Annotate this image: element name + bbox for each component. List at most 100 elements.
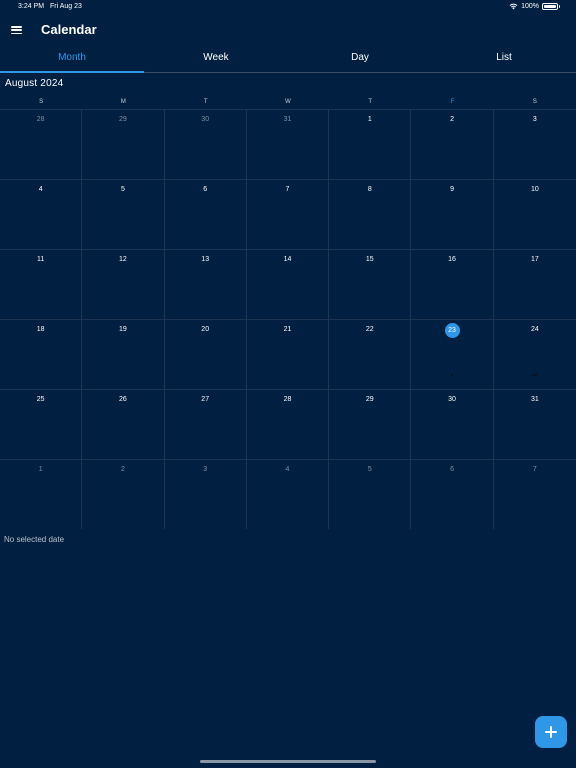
day-cell[interactable]: 22 <box>329 319 412 389</box>
day-cell[interactable]: 31 <box>493 389 576 459</box>
status-indicators: 100% <box>509 2 560 10</box>
plus-icon <box>545 726 557 738</box>
day-number: 13 <box>201 256 210 263</box>
event-dot <box>532 374 535 376</box>
day-number: 30 <box>201 116 210 123</box>
day-cell[interactable]: 21 <box>246 319 330 389</box>
day-cell[interactable]: 7 <box>493 459 576 529</box>
day-cell-today[interactable]: 23 <box>411 319 494 389</box>
status-bar: 3:24 PM Fri Aug 23 100% <box>0 0 576 14</box>
tab-month[interactable]: Month <box>0 46 144 73</box>
day-cell[interactable]: 2 <box>82 459 165 529</box>
day-cell[interactable]: 17 <box>493 249 576 319</box>
battery-fill <box>544 4 556 8</box>
day-cell[interactable]: 6 <box>164 179 247 249</box>
day-number: 28 <box>36 116 45 123</box>
day-cell[interactable]: 12 <box>82 249 165 319</box>
day-cell[interactable]: 4 <box>0 179 83 249</box>
hamburger-menu-icon[interactable] <box>11 26 22 34</box>
day-cell[interactable]: 3 <box>164 459 247 529</box>
day-cell[interactable]: 28 <box>246 389 330 459</box>
day-cell[interactable]: 1 <box>0 459 83 529</box>
day-cell[interactable]: 18 <box>0 319 83 389</box>
day-number: 27 <box>201 396 210 403</box>
day-number: 16 <box>448 256 456 263</box>
status-date: Fri Aug 23 <box>50 3 82 10</box>
day-number: 18 <box>36 326 45 333</box>
day-cell[interactable]: 19 <box>82 319 165 389</box>
day-number: 31 <box>283 116 292 123</box>
day-number: 11 <box>37 256 45 263</box>
day-number: 5 <box>367 466 372 473</box>
day-cell[interactable]: 5 <box>329 459 412 529</box>
day-cell[interactable]: 10 <box>493 179 576 249</box>
day-cell[interactable]: 16 <box>411 249 494 319</box>
day-cell[interactable]: 31 <box>246 109 330 179</box>
day-cell[interactable]: 2 <box>411 109 494 179</box>
day-number: 6 <box>450 466 455 473</box>
day-number: 23 <box>444 323 460 338</box>
day-cell[interactable]: 29 <box>82 109 165 179</box>
weekday-header: SMTWTFS <box>0 96 576 109</box>
day-number: 5 <box>120 186 125 193</box>
day-cell[interactable]: 15 <box>329 249 412 319</box>
day-cell[interactable]: 4 <box>246 459 330 529</box>
calendar-screen: 3:24 PM Fri Aug 23 100% Calendar Month We… <box>0 0 576 768</box>
page-title: Calendar <box>41 22 97 37</box>
day-number: 2 <box>120 466 125 473</box>
day-cell[interactable]: 30 <box>164 109 247 179</box>
month-grid: 28 29 30 31 1 2 3 4 5 6 7 8 9 10 11 12 13 14 15 16 17 18 19 20 2… <box>0 109 576 529</box>
day-cell[interactable]: 30 <box>411 389 494 459</box>
tab-list[interactable]: List <box>432 46 576 72</box>
day-cell[interactable]: 28 <box>0 109 83 179</box>
day-number: 1 <box>367 116 372 123</box>
selected-date-info: No selected date <box>4 535 65 544</box>
month-title: August 2024 <box>5 78 64 89</box>
day-number: 31 <box>530 396 539 403</box>
day-cell[interactable]: 24 <box>493 319 576 389</box>
day-cell[interactable]: 3 <box>493 109 576 179</box>
day-cell[interactable]: 9 <box>411 179 494 249</box>
day-cell[interactable]: 1 <box>329 109 412 179</box>
day-number: 3 <box>532 116 537 123</box>
day-number: 19 <box>119 326 127 333</box>
day-cell[interactable]: 29 <box>329 389 412 459</box>
view-tabs: Month Week Day List <box>0 46 576 73</box>
day-number: 14 <box>283 256 292 263</box>
day-cell[interactable]: 8 <box>329 179 412 249</box>
day-number: 2 <box>450 116 455 123</box>
day-cell[interactable]: 14 <box>246 249 330 319</box>
day-number: 25 <box>36 396 45 403</box>
day-number: 12 <box>119 256 127 263</box>
day-cell[interactable]: 5 <box>82 179 165 249</box>
day-cell[interactable]: 11 <box>0 249 83 319</box>
day-number: 28 <box>283 396 292 403</box>
day-cell[interactable]: 26 <box>82 389 165 459</box>
weekday-label: W <box>285 99 291 105</box>
day-number: 29 <box>365 396 374 403</box>
day-cell[interactable]: 6 <box>411 459 494 529</box>
tab-day[interactable]: Day <box>288 46 432 72</box>
weekday-label: T <box>368 99 373 105</box>
day-number: 26 <box>119 396 127 403</box>
event-dot <box>535 374 538 376</box>
day-number: 30 <box>448 396 456 403</box>
wifi-icon <box>509 3 518 10</box>
day-number: 4 <box>285 466 290 473</box>
battery-percent: 100% <box>521 2 539 10</box>
day-cell[interactable]: 25 <box>0 389 83 459</box>
day-cell[interactable]: 13 <box>164 249 247 319</box>
add-event-button[interactable] <box>535 716 567 748</box>
event-dot <box>451 374 454 376</box>
day-number: 22 <box>365 326 374 333</box>
tab-week[interactable]: Week <box>144 46 288 72</box>
day-number: 4 <box>38 186 43 193</box>
day-number: 8 <box>367 186 372 193</box>
day-cell[interactable]: 27 <box>164 389 247 459</box>
day-cell[interactable]: 20 <box>164 319 247 389</box>
day-number: 6 <box>203 186 208 193</box>
day-number: 7 <box>285 186 290 193</box>
day-cell[interactable]: 7 <box>246 179 330 249</box>
day-number: 24 <box>530 326 539 333</box>
day-number: 3 <box>203 466 208 473</box>
